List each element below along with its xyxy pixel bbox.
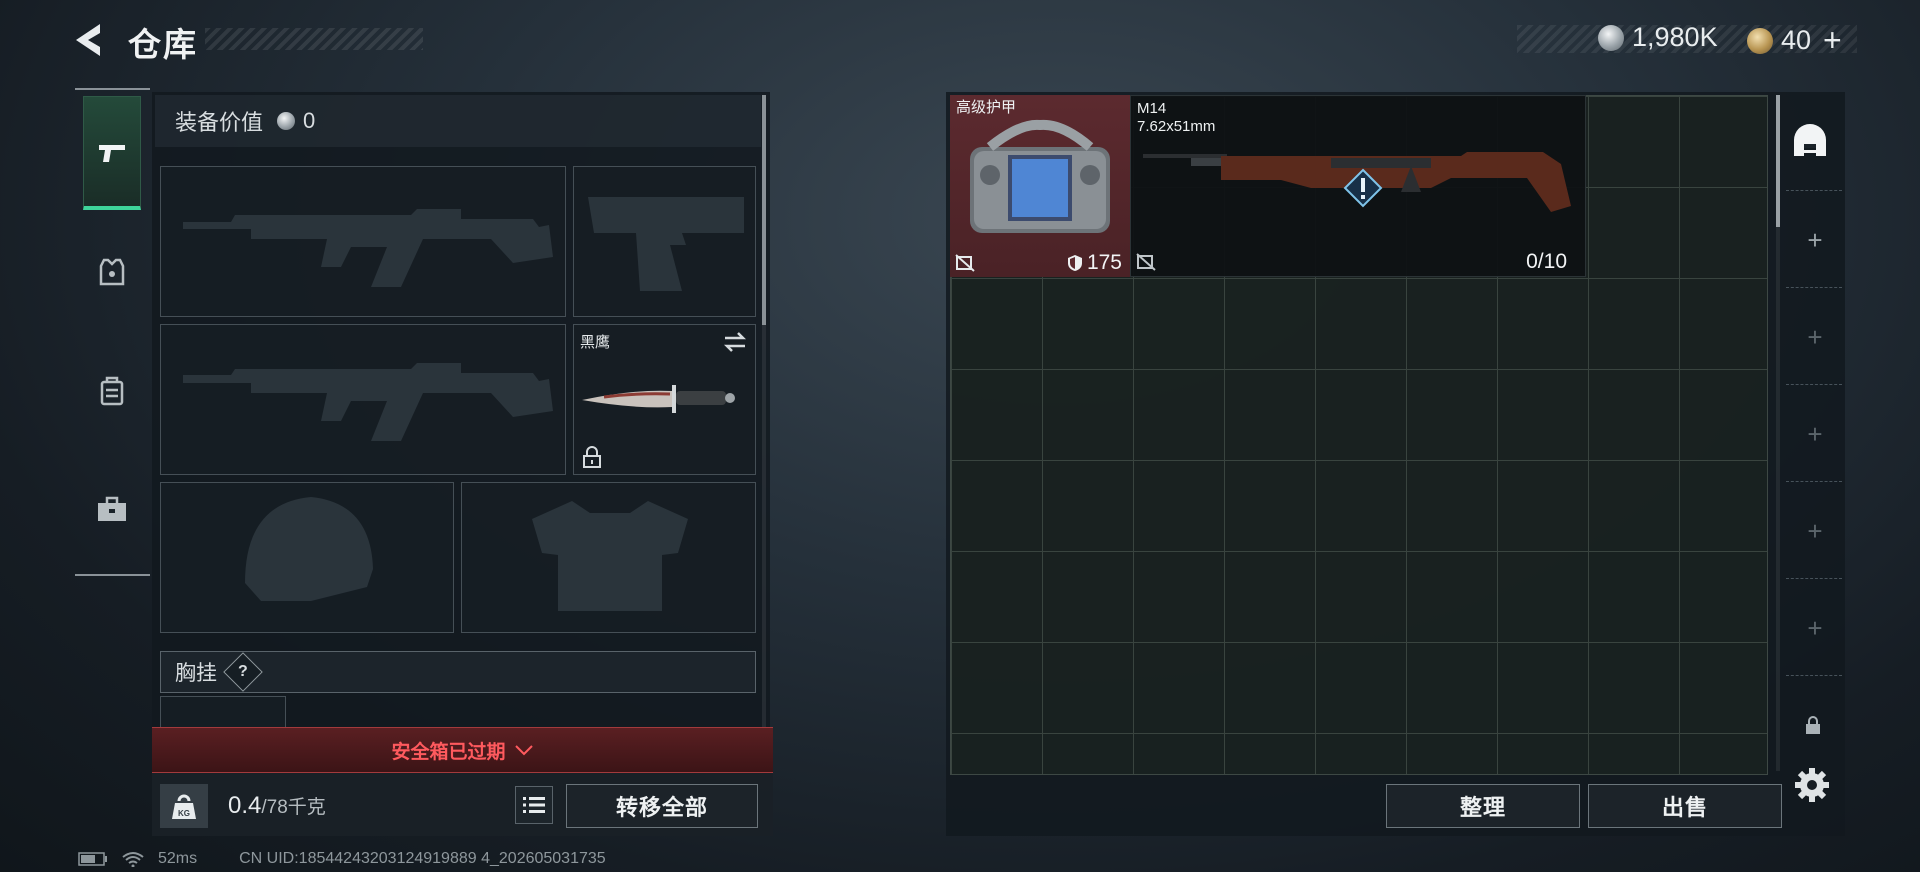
list-icon — [523, 797, 545, 813]
pistol-slot[interactable] — [573, 166, 756, 317]
chest-rig-header[interactable]: 胸挂 ? — [160, 651, 756, 693]
helmet-slot[interactable] — [160, 482, 454, 633]
helmet-silhouette-icon — [245, 497, 373, 601]
storage-home-button[interactable] — [1790, 120, 1830, 160]
add-storage-button[interactable]: + — [1800, 419, 1830, 449]
ammo-count: 0/10 — [1526, 250, 1567, 273]
chevron-down-icon — [514, 745, 533, 756]
loadout-scroll-thumb[interactable] — [762, 95, 766, 325]
add-storage-button[interactable]: + — [1800, 516, 1830, 546]
armor-durability: 175 — [1067, 251, 1122, 275]
warehouse-icon — [1794, 124, 1826, 156]
gold-coin-icon — [1747, 27, 1773, 54]
weight-max: /78千克 — [261, 797, 326, 818]
pistol-icon — [99, 144, 125, 162]
rifle-silhouette-icon — [183, 363, 553, 441]
equipment-value-row: 装备价值 0 — [155, 95, 761, 147]
backpack-icon — [100, 376, 124, 406]
kettlebell-icon: KG — [172, 794, 196, 819]
back-arrow-icon — [76, 24, 100, 56]
gold-amount: 40 — [1781, 25, 1812, 55]
side-divider — [1786, 675, 1842, 676]
armor-bag-icon — [970, 119, 1110, 233]
silver-amount: 1,980K — [1632, 22, 1718, 52]
gold-suffix: + — [1823, 22, 1842, 58]
add-storage-button[interactable]: + — [1800, 322, 1830, 352]
rifle-silhouette-icon — [183, 209, 553, 287]
silver-coin-icon — [277, 112, 296, 130]
primary-weapon-slot[interactable] — [160, 166, 566, 317]
chest-rig-slot[interactable] — [160, 696, 286, 728]
storage-item-m14[interactable]: M14 7.62x51mm 0/10 — [1130, 95, 1586, 277]
help-icon[interactable]: ? — [223, 652, 263, 692]
storage-item-armor[interactable]: 高级护甲 175 — [950, 95, 1130, 277]
vest-icon — [99, 258, 125, 286]
add-storage-button[interactable]: + — [1800, 613, 1830, 643]
battery-icon — [78, 852, 107, 866]
tab-weapons[interactable] — [83, 96, 141, 210]
gold-currency[interactable]: 40 + — [1747, 22, 1842, 59]
storage-scroll-thumb[interactable] — [1776, 95, 1780, 227]
melee-slot[interactable]: 黑鹰 — [573, 324, 756, 475]
title-decoration — [205, 28, 423, 50]
back-button[interactable] — [70, 20, 114, 60]
side-divider — [1786, 190, 1842, 191]
weight-icon: KG — [160, 784, 208, 828]
sort-button[interactable]: 整理 — [1386, 784, 1580, 828]
list-view-button[interactable] — [515, 786, 553, 824]
warning-icon — [1343, 168, 1383, 208]
svg-text:KG: KG — [178, 809, 190, 818]
no-trade-icon — [1136, 253, 1156, 271]
toolbox-icon — [98, 496, 126, 521]
silver-coin-icon — [1598, 24, 1624, 51]
category-tabs — [75, 88, 150, 576]
weight-current: 0.4 — [228, 792, 262, 819]
equipment-value: 0 — [303, 108, 316, 133]
settings-gear-icon[interactable] — [1794, 767, 1830, 803]
safebox-expired-banner[interactable]: 安全箱已过期 — [152, 727, 773, 773]
armor-silhouette-icon — [532, 501, 688, 611]
status-bar: 52ms CN UID:18544243203124919889 4_20260… — [78, 850, 606, 868]
lock-icon — [583, 446, 601, 468]
page-title: 仓库 — [128, 26, 198, 63]
shield-icon — [1067, 255, 1082, 271]
help-mark: ? — [238, 663, 248, 680]
durability-value: 175 — [1086, 251, 1122, 274]
side-divider — [1786, 384, 1842, 385]
no-trade-icon — [955, 254, 975, 272]
transfer-all-button[interactable]: 转移全部 — [566, 784, 758, 828]
ping: 52ms — [158, 850, 198, 867]
pistol-silhouette-icon — [588, 197, 744, 291]
safebox-status: 安全箱已过期 — [391, 741, 506, 763]
add-storage-button[interactable]: + — [1800, 225, 1830, 255]
equipment-value-label: 装备价值 — [175, 110, 264, 135]
uid-text: CN UID:18544243203124919889 4_2026050317… — [239, 850, 606, 867]
wifi-icon — [122, 852, 144, 867]
sell-button[interactable]: 出售 — [1588, 784, 1782, 828]
tab-backpack[interactable] — [83, 334, 141, 448]
side-divider — [1786, 481, 1842, 482]
chest-rig-label: 胸挂 — [175, 662, 217, 685]
side-divider — [1786, 578, 1842, 579]
tab-armor[interactable] — [83, 214, 141, 328]
side-divider — [1786, 287, 1842, 288]
body-armor-slot[interactable] — [461, 482, 756, 633]
silver-currency: 1,980K — [1598, 22, 1718, 53]
secondary-weapon-slot[interactable] — [160, 324, 566, 475]
storage-lock-icon — [1805, 715, 1821, 735]
tab-items[interactable] — [83, 452, 141, 566]
weight-readout: 0.4/78千克 — [228, 792, 326, 820]
